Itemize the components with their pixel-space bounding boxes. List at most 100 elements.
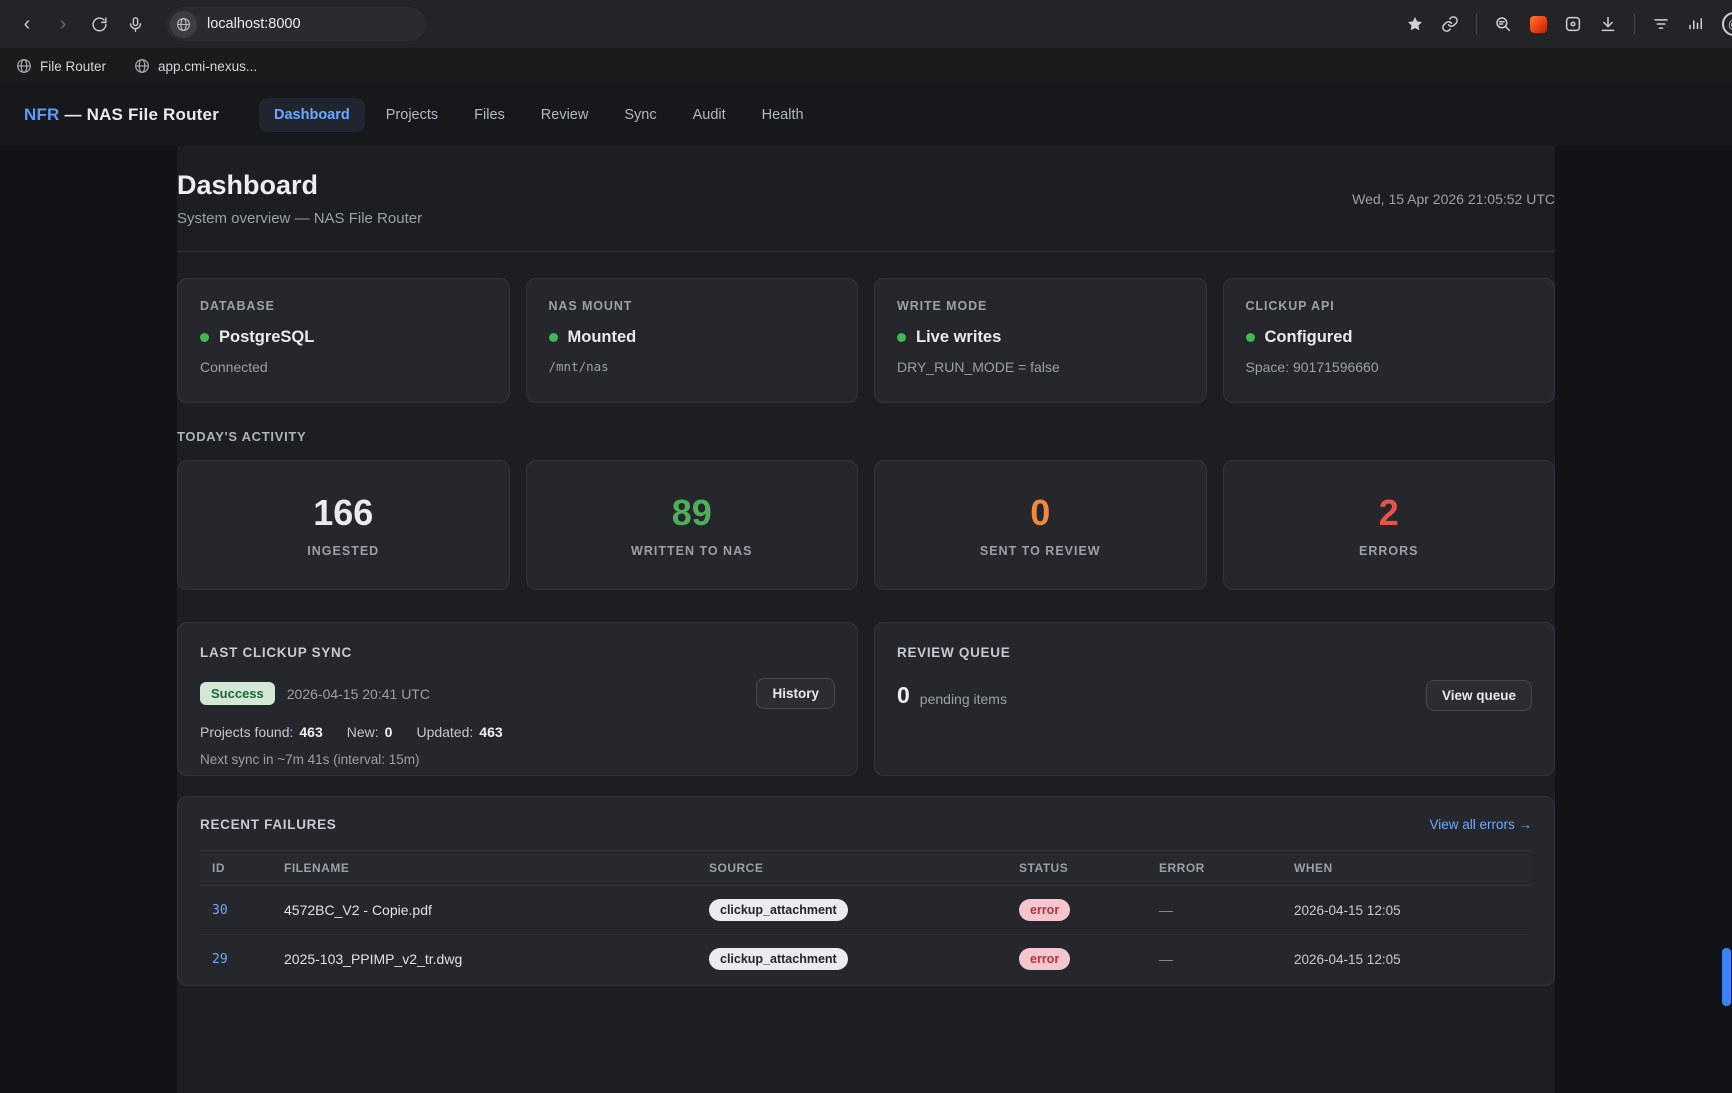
row-id-link[interactable]: 30: [200, 890, 272, 931]
divider: [177, 251, 1555, 252]
view-queue-button[interactable]: View queue: [1426, 680, 1532, 711]
sync-timestamp: 2026-04-15 20:41 UTC: [287, 686, 430, 702]
col-id: ID: [200, 851, 272, 885]
metric-value: 89: [672, 492, 712, 534]
tab-projects[interactable]: Projects: [371, 98, 453, 132]
row-when: 2026-04-15 12:05: [1282, 890, 1532, 931]
url-text: localhost:8000: [207, 16, 301, 32]
download-icon[interactable]: [1599, 15, 1617, 33]
status-ok-dot: [897, 333, 906, 342]
stat-label: Projects found:: [200, 724, 293, 740]
bookmark-file-router[interactable]: File Router: [16, 58, 106, 74]
sync-card-title: LAST CLICKUP SYNC: [200, 645, 835, 660]
pending-count: 0: [897, 682, 910, 709]
status-value: Configured: [1265, 328, 1353, 347]
col-status: STATUS: [1007, 851, 1147, 885]
status-badge: error: [1019, 948, 1070, 970]
link-icon[interactable]: [1441, 15, 1459, 33]
page-subtitle: System overview — NAS File Router: [177, 210, 422, 227]
app-brand: NFR — NAS File Router: [24, 105, 219, 125]
col-error: ERROR: [1147, 851, 1282, 885]
content-container: Dashboard System overview — NAS File Rou…: [177, 146, 1555, 1093]
stat-value: 0: [385, 724, 393, 740]
tab-sync[interactable]: Sync: [609, 98, 671, 132]
source-badge: clickup_attachment: [709, 899, 848, 921]
page-head: Dashboard System overview — NAS File Rou…: [177, 170, 1555, 227]
pending-label: pending items: [920, 691, 1007, 707]
profile-icon[interactable]: @: [1722, 12, 1732, 36]
bookmark-label: app.cmi-nexus...: [158, 59, 257, 74]
failures-table: ID FILENAME SOURCE STATUS ERROR WHEN 30 …: [200, 850, 1532, 983]
toolbar-actions: @: [1406, 12, 1732, 36]
status-ok-dot: [549, 333, 558, 342]
find-in-page-icon[interactable]: [1494, 15, 1512, 33]
metric-card-review: 0 SENT TO REVIEW: [874, 460, 1207, 590]
equalizer-icon[interactable]: [1687, 15, 1705, 33]
row-filename: 4572BC_V2 - Copie.pdf: [272, 889, 697, 931]
status-label: CLICKUP API: [1246, 299, 1533, 313]
tab-audit[interactable]: Audit: [678, 98, 741, 132]
last-sync-card: LAST CLICKUP SYNC Success 2026-04-15 20:…: [177, 622, 858, 776]
metric-label: ERRORS: [1359, 544, 1418, 558]
page-background: Dashboard System overview — NAS File Rou…: [0, 146, 1732, 1093]
sync-stats: Projects found:463 New:0 Updated:463: [200, 724, 835, 740]
tab-files[interactable]: Files: [459, 98, 520, 132]
metric-label: INGESTED: [307, 544, 379, 558]
extension-orange-icon[interactable]: [1529, 15, 1547, 33]
col-filename: FILENAME: [272, 851, 697, 885]
mic-icon[interactable]: [118, 7, 152, 41]
status-card-clickup-api: CLICKUP API Configured Space: 9017159666…: [1223, 278, 1556, 403]
source-badge: clickup_attachment: [709, 948, 848, 970]
row-error: —: [1147, 938, 1282, 980]
tab-review[interactable]: Review: [526, 98, 604, 132]
stat-label: Updated:: [416, 724, 473, 740]
status-label: DATABASE: [200, 299, 487, 313]
status-value: PostgreSQL: [219, 328, 314, 347]
tab-dashboard[interactable]: Dashboard: [259, 98, 365, 132]
col-source: SOURCE: [697, 851, 1007, 885]
back-icon[interactable]: ‹: [10, 7, 44, 41]
status-detail: DRY_RUN_MODE = false: [897, 359, 1184, 375]
history-button[interactable]: History: [756, 678, 835, 709]
forward-icon[interactable]: ›: [46, 7, 80, 41]
status-card-nas-mount: NAS MOUNT Mounted /mnt/nas: [526, 278, 859, 403]
table-header-row: ID FILENAME SOURCE STATUS ERROR WHEN: [200, 850, 1532, 886]
status-card-write-mode: WRITE MODE Live writes DRY_RUN_MODE = fa…: [874, 278, 1207, 403]
next-sync-text: Next sync in ~7m 41s (interval: 15m): [200, 752, 835, 767]
status-ok-dot: [200, 333, 209, 342]
metric-card-written: 89 WRITTEN TO NAS: [526, 460, 859, 590]
toolbar-divider: [1634, 14, 1635, 34]
page-title: Dashboard: [177, 170, 422, 201]
stat-label: New:: [347, 724, 379, 740]
brand-abbr: NFR: [24, 105, 60, 124]
row-error: —: [1147, 889, 1282, 931]
star-icon[interactable]: [1406, 15, 1424, 33]
tab-health[interactable]: Health: [747, 98, 819, 132]
table-row[interactable]: 29 2025-103_PPIMP_v2_tr.dwg clickup_atta…: [200, 935, 1532, 983]
metric-value: 2: [1379, 492, 1399, 534]
bookmarks-bar: File Router app.cmi-nexus...: [0, 48, 1732, 84]
status-value: Live writes: [916, 328, 1001, 347]
page-timestamp: Wed, 15 Apr 2026 21:05:52 UTC: [1352, 191, 1555, 207]
scrollbar-thumb[interactable]: [1722, 948, 1731, 1006]
status-label: NAS MOUNT: [549, 299, 836, 313]
address-bar[interactable]: localhost:8000: [166, 7, 426, 41]
reload-icon[interactable]: [82, 7, 116, 41]
app-header: NFR — NAS File Router Dashboard Projects…: [0, 84, 1732, 146]
status-detail: Connected: [200, 359, 487, 375]
metric-card-grid: 166 INGESTED 89 WRITTEN TO NAS 0 SENT TO…: [177, 460, 1555, 590]
row-id-link[interactable]: 29: [200, 939, 272, 980]
metric-value: 0: [1030, 492, 1050, 534]
globe-icon: [16, 58, 32, 74]
stat-value: 463: [479, 724, 502, 740]
row-when: 2026-04-15 12:05: [1282, 939, 1532, 980]
table-row[interactable]: 30 4572BC_V2 - Copie.pdf clickup_attachm…: [200, 886, 1532, 935]
success-badge: Success: [200, 682, 275, 705]
view-all-errors-link[interactable]: View all errors →: [1429, 817, 1532, 832]
bookmark-app-cmi-nexus[interactable]: app.cmi-nexus...: [134, 58, 257, 74]
sync-review-grid: LAST CLICKUP SYNC Success 2026-04-15 20:…: [177, 622, 1555, 776]
filter-lines-icon[interactable]: [1652, 15, 1670, 33]
recent-failures-card: RECENT FAILURES View all errors → ID FIL…: [177, 796, 1555, 986]
extension-icon[interactable]: [1564, 15, 1582, 33]
globe-icon: [134, 58, 150, 74]
